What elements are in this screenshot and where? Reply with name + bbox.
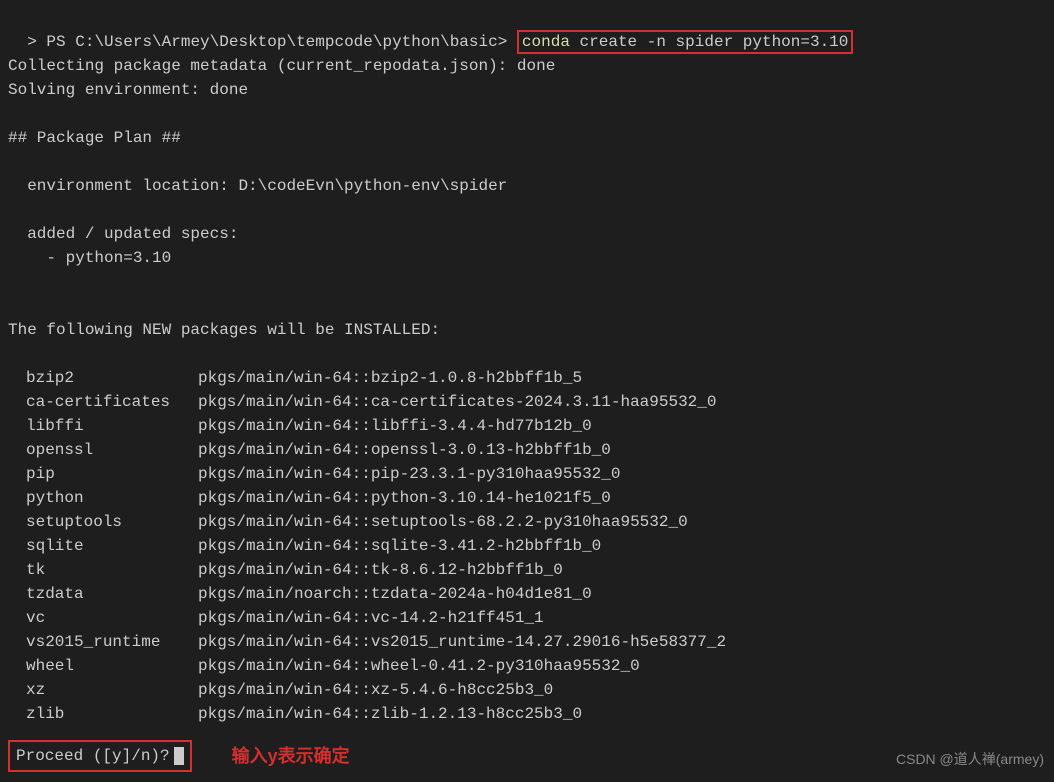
package-row: xzpkgs/main/win-64::xz-5.4.6-h8cc25b3_0 <box>8 678 1046 702</box>
package-name: vs2015_runtime <box>8 630 198 654</box>
package-spec: pkgs/main/win-64::tk-8.6.12-h2bbff1b_0 <box>198 561 563 579</box>
package-name: libffi <box>8 414 198 438</box>
package-row: pippkgs/main/win-64::pip-23.3.1-py310haa… <box>8 462 1046 486</box>
spec-item: - python=3.10 <box>8 246 1046 270</box>
package-name: setuptools <box>8 510 198 534</box>
package-spec: pkgs/main/win-64::zlib-1.2.13-h8cc25b3_0 <box>198 705 582 723</box>
package-row: setuptoolspkgs/main/win-64::setuptools-6… <box>8 510 1046 534</box>
package-name: tzdata <box>8 582 198 606</box>
package-spec: pkgs/main/win-64::python-3.10.14-he1021f… <box>198 489 611 507</box>
package-row: bzip2pkgs/main/win-64::bzip2-1.0.8-h2bbf… <box>8 366 1046 390</box>
packages-list: bzip2pkgs/main/win-64::bzip2-1.0.8-h2bbf… <box>8 366 1046 726</box>
package-spec: pkgs/main/win-64::vc-14.2-h21ff451_1 <box>198 609 544 627</box>
prompt-prefix: > <box>27 33 37 51</box>
package-spec: pkgs/main/noarch::tzdata-2024a-h04d1e81_… <box>198 585 592 603</box>
package-name: zlib <box>8 702 198 726</box>
package-name: wheel <box>8 654 198 678</box>
package-spec: pkgs/main/win-64::libffi-3.4.4-hd77b12b_… <box>198 417 592 435</box>
prompt-line[interactable]: > PS C:\Users\Armey\Desktop\tempcode\pyt… <box>8 6 1046 54</box>
package-row: ca-certificatespkgs/main/win-64::ca-cert… <box>8 390 1046 414</box>
package-spec: pkgs/main/win-64::wheel-0.41.2-py310haa9… <box>198 657 640 675</box>
command-highlighted-box: conda create -n spider python=3.10 <box>517 30 853 54</box>
output-collecting: Collecting package metadata (current_rep… <box>8 54 1046 78</box>
package-row: opensslpkgs/main/win-64::openssl-3.0.13-… <box>8 438 1046 462</box>
added-specs-header: added / updated specs: <box>8 222 1046 246</box>
package-name: vc <box>8 606 198 630</box>
annotation-text: 输入y表示确定 <box>232 743 350 770</box>
package-spec: pkgs/main/win-64::ca-certificates-2024.3… <box>198 393 716 411</box>
package-spec: pkgs/main/win-64::bzip2-1.0.8-h2bbff1b_5 <box>198 369 582 387</box>
package-row: tzdatapkgs/main/noarch::tzdata-2024a-h04… <box>8 582 1046 606</box>
package-name: sqlite <box>8 534 198 558</box>
package-row: vcpkgs/main/win-64::vc-14.2-h21ff451_1 <box>8 606 1046 630</box>
package-row: pythonpkgs/main/win-64::python-3.10.14-h… <box>8 486 1046 510</box>
package-row: sqlitepkgs/main/win-64::sqlite-3.41.2-h2… <box>8 534 1046 558</box>
proceed-text: Proceed ([y]/n)? <box>16 744 170 768</box>
package-row: libffipkgs/main/win-64::libffi-3.4.4-hd7… <box>8 414 1046 438</box>
command-args: create -n spider python=3.10 <box>570 33 848 51</box>
package-row: tkpkgs/main/win-64::tk-8.6.12-h2bbff1b_0 <box>8 558 1046 582</box>
bottom-area: Proceed ([y]/n)? 输入y表示确定 <box>8 740 1046 772</box>
spacer <box>8 270 1046 294</box>
package-name: bzip2 <box>8 366 198 390</box>
plan-header: ## Package Plan ## <box>8 126 1046 150</box>
package-name: python <box>8 486 198 510</box>
proceed-prompt-box[interactable]: Proceed ([y]/n)? <box>8 740 192 772</box>
env-location: environment location: D:\codeEvn\python-… <box>8 174 1046 198</box>
command-name: conda <box>522 33 570 51</box>
package-name: openssl <box>8 438 198 462</box>
cursor-icon <box>174 747 184 765</box>
package-spec: pkgs/main/win-64::pip-23.3.1-py310haa955… <box>198 465 620 483</box>
package-row: wheelpkgs/main/win-64::wheel-0.41.2-py31… <box>8 654 1046 678</box>
package-name: xz <box>8 678 198 702</box>
package-spec: pkgs/main/win-64::setuptools-68.2.2-py31… <box>198 513 688 531</box>
watermark: CSDN @道人禅(armey) <box>896 749 1044 770</box>
spacer <box>8 198 1046 222</box>
proceed-row: Proceed ([y]/n)? 输入y表示确定 <box>8 740 1046 772</box>
prompt-shell: PS <box>46 33 65 51</box>
package-name: pip <box>8 462 198 486</box>
output-solving: Solving environment: done <box>8 78 1046 102</box>
package-spec: pkgs/main/win-64::sqlite-3.41.2-h2bbff1b… <box>198 537 601 555</box>
package-name: tk <box>8 558 198 582</box>
package-row: zlibpkgs/main/win-64::zlib-1.2.13-h8cc25… <box>8 702 1046 726</box>
spacer <box>8 102 1046 126</box>
package-spec: pkgs/main/win-64::openssl-3.0.13-h2bbff1… <box>198 441 611 459</box>
install-header: The following NEW packages will be INSTA… <box>8 318 1046 342</box>
package-spec: pkgs/main/win-64::xz-5.4.6-h8cc25b3_0 <box>198 681 553 699</box>
package-row: vs2015_runtimepkgs/main/win-64::vs2015_r… <box>8 630 1046 654</box>
package-spec: pkgs/main/win-64::vs2015_runtime-14.27.2… <box>198 633 726 651</box>
spacer <box>8 342 1046 366</box>
spacer <box>8 150 1046 174</box>
package-name: ca-certificates <box>8 390 198 414</box>
spacer <box>8 294 1046 318</box>
prompt-path: C:\Users\Armey\Desktop\tempcode\python\b… <box>75 33 507 51</box>
